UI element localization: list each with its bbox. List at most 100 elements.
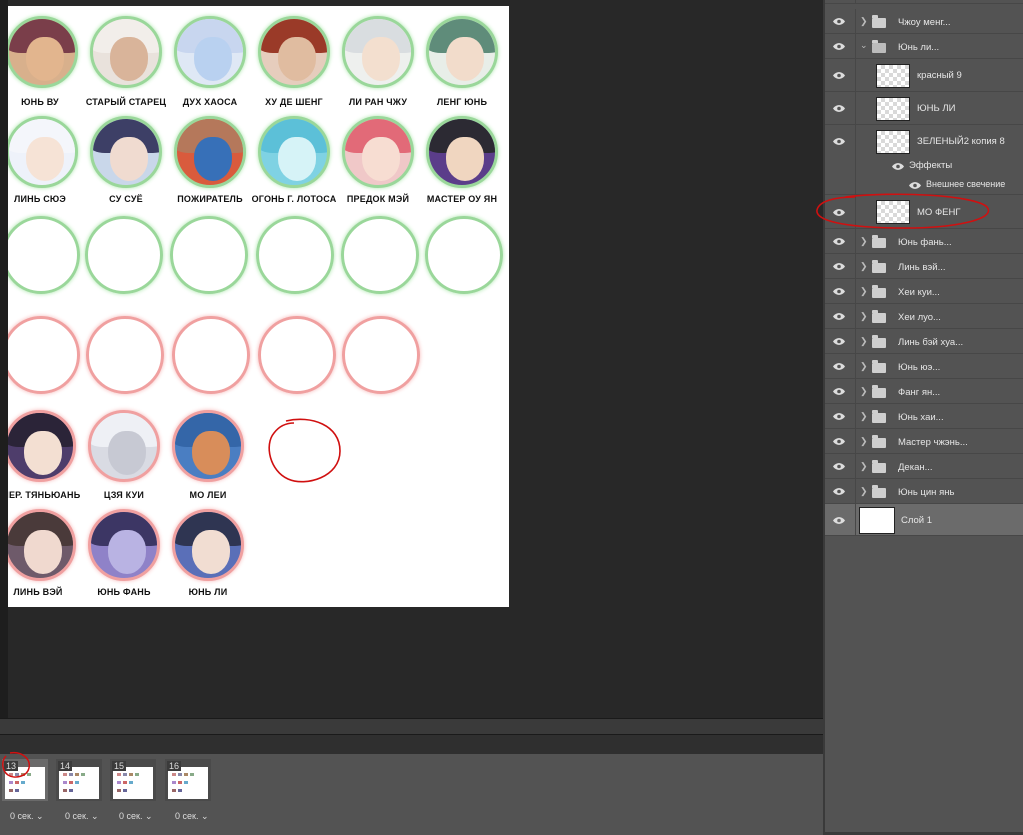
folder-icon [872,410,886,423]
chevron-right-icon[interactable]: ❯ [860,311,868,322]
caption: ЦЗЯ КУИ [103,490,145,500]
layer-row[interactable]: МО ФЕНГ [816,193,1023,229]
layer-group-row[interactable]: ❯ Хеи луо... [825,304,1023,329]
layer-thumbnail [876,97,910,121]
layer-thumbnail [876,64,910,88]
layer-row[interactable]: ЮНЬ ЛИ [825,92,1023,125]
layer-group-row[interactable]: ❯ Юнь юэ... [825,354,1023,379]
layer-name: Линь бэй хуа... [898,337,964,348]
layer-group-row[interactable]: ⌄ Юнь ли... [825,34,1023,59]
layer-group-row[interactable]: ❯ Юнь фань... [825,229,1023,254]
eye-icon[interactable] [833,413,845,420]
eye-icon[interactable] [833,313,845,320]
eye-icon[interactable] [833,288,845,295]
frame-thumbnail [59,767,99,799]
layer-group-row[interactable]: ❯ Чжоу менг... [825,9,1023,34]
frame-16[interactable]: 16 [165,759,211,801]
eye-icon[interactable] [833,463,845,470]
layer-row[interactable] [825,0,1023,4]
layer-group-row[interactable]: ❯ Линь бэй хуа... [825,329,1023,354]
frame-15[interactable]: 15 [110,759,156,801]
layer-row[interactable]: ЗЕЛЕНЫЙ2 копия 8 Эффекты Внешнее свечени… [825,125,1023,195]
frame-number: 16 [167,761,182,771]
annotation-circle-layer [816,193,990,229]
avatar-ancestor-mei [342,116,414,188]
folder-icon [872,360,886,373]
chevron-right-icon[interactable]: ❯ [860,486,868,497]
frame-delay[interactable]: 0 сек. ⌄ [175,811,209,822]
timeline-header [0,734,823,755]
layer-name: ЗЕЛЕНЫЙ2 копия 8 [917,136,1005,147]
eye-icon[interactable] [833,263,845,270]
chevron-right-icon[interactable]: ❯ [860,16,868,27]
effect-name: Внешнее свечение [926,179,1006,189]
caption: ИПЕР. ТЯНЬЮАНЬ [8,490,81,500]
folder-icon [872,335,886,348]
layer-group-row[interactable]: ❯ Юнь хаи... [825,404,1023,429]
caption: ПРЕДОК МЭЙ [346,194,410,204]
avatar-li-ran-zhu [342,16,414,88]
eye-icon[interactable] [833,363,845,370]
folder-icon [872,435,886,448]
chevron-right-icon[interactable]: ❯ [860,236,868,247]
chevron-down-icon[interactable]: ⌄ [860,40,868,51]
layer-name: Хеи куи... [898,287,940,298]
eye-icon[interactable] [833,138,845,145]
layer-group-row[interactable]: ❯ Юнь цин янь [825,479,1023,504]
frame-thumbnail [168,767,208,799]
frame-delay[interactable]: 0 сек. ⌄ [10,811,44,822]
chevron-right-icon[interactable]: ❯ [860,436,868,447]
eye-icon[interactable] [833,438,845,445]
empty-frame-green [85,216,163,294]
caption: ЮНЬ ВУ [21,97,59,107]
layer-group-row[interactable]: ❯ Декан... [825,454,1023,479]
layer-row-selected[interactable]: Слой 1 [825,504,1023,536]
empty-frame-red [86,316,164,394]
layer-row[interactable]: красный 9 [825,59,1023,92]
chevron-right-icon[interactable]: ❯ [860,336,868,347]
caption: ЮНЬ ЛИ [188,587,228,597]
layer-group-row[interactable]: ❯ Линь вэй... [825,254,1023,279]
eye-icon[interactable] [892,163,904,170]
eye-icon[interactable] [833,488,845,495]
layer-name: Хеи луо... [898,312,941,323]
layer-name: Мастер чжэнь... [898,437,968,448]
eye-icon[interactable] [833,18,845,25]
chevron-right-icon[interactable]: ❯ [860,361,868,372]
chevron-right-icon[interactable]: ❯ [860,261,868,272]
frame-delay[interactable]: 0 сек. ⌄ [65,811,99,822]
empty-frame-green [8,216,80,294]
layer-group-row[interactable]: ❯ Мастер чжэнь... [825,429,1023,454]
layer-group-row[interactable]: ❯ Хеи куи... [825,279,1023,304]
chevron-right-icon[interactable]: ❯ [860,411,868,422]
frame-14[interactable]: 14 [56,759,102,801]
eye-icon[interactable] [833,338,845,345]
frame-number: 14 [58,761,73,771]
eye-icon[interactable] [833,238,845,245]
document-canvas[interactable]: ЮНЬ ВУ СТАРЫЙ СТАРЕЦ ДУХ ХАОСА ХУ ДЕ ШЕН… [8,6,509,607]
chevron-right-icon[interactable]: ❯ [860,386,868,397]
eye-icon[interactable] [909,182,921,189]
chevron-right-icon[interactable]: ❯ [860,461,868,472]
folder-icon [872,15,886,28]
frame-delay[interactable]: 0 сек. ⌄ [119,811,153,822]
empty-frame-green [341,216,419,294]
avatar-yun-wu [8,16,78,88]
layer-group-row[interactable]: ❯ Фанг ян... [825,379,1023,404]
avatar-leng-yun [426,16,498,88]
empty-frame-red [172,316,250,394]
eye-icon[interactable] [833,388,845,395]
eye-icon[interactable] [833,43,845,50]
layer-name: Декан... [898,462,933,473]
eye-icon[interactable] [833,517,845,524]
avatar-old-elder [90,16,162,88]
avatar-mo-lei [172,410,244,482]
eye-icon[interactable] [833,72,845,79]
eye-icon[interactable] [833,105,845,112]
folder-icon [872,285,886,298]
timeline-divider [0,718,823,735]
caption: ЛИНЬ ВЭЙ [13,587,63,597]
caption: ХУ ДЕ ШЕНГ [265,97,323,107]
chevron-right-icon[interactable]: ❯ [860,286,868,297]
avatar-devourer [174,116,246,188]
